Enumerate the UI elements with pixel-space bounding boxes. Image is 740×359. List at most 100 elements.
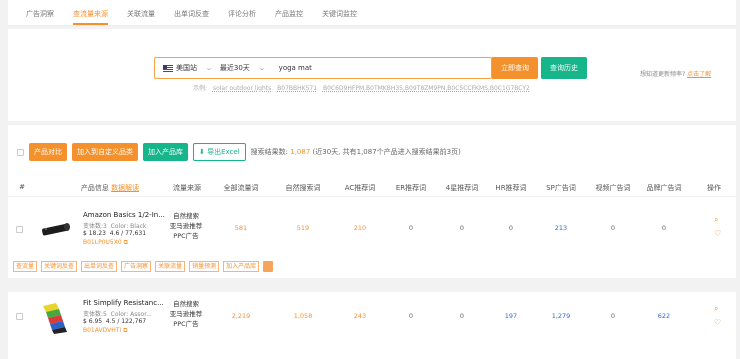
- chevron-down-icon: ⌄: [257, 64, 266, 72]
- query-history-button[interactable]: 查询历史: [541, 57, 587, 79]
- variant-color: Color: Assor...: [110, 311, 152, 318]
- table-header: # 产品信息 数据解读 流量来源 全部流量词 自然搜索词 AC推荐词 ER推荐词…: [8, 177, 736, 197]
- value-total-words[interactable]: 581: [235, 224, 247, 232]
- chip-traffic[interactable]: 查流量: [13, 261, 38, 272]
- value-er: 0: [408, 224, 414, 232]
- nav-tabs: 广告洞察 查流量来源 关联流量 出单词反查 评论分析 产品监控 关键词监控: [8, 0, 736, 26]
- tab-keyword-monitor[interactable]: 关键词监控: [322, 0, 357, 25]
- product-variants: 变体数:5 Color: Assor...: [83, 309, 152, 318]
- example-link[interactable]: B07BBHK571: [277, 85, 317, 92]
- select-all-checkbox[interactable]: [17, 148, 24, 156]
- chip-add-library[interactable]: 加入产品库: [223, 261, 260, 272]
- calculator-icon[interactable]: [263, 261, 274, 272]
- tab-order-words[interactable]: 出单词反查: [174, 0, 209, 25]
- value-hr[interactable]: 197: [505, 312, 517, 320]
- tab-product-monitor[interactable]: 产品监控: [275, 0, 303, 25]
- product-price: $ 6.95: [83, 318, 103, 325]
- examples-label: 示例:: [193, 85, 208, 92]
- product-image: [43, 303, 67, 334]
- us-flag-icon: [163, 64, 173, 72]
- col-brand[interactable]: 品牌广告词: [647, 183, 682, 193]
- period-select[interactable]: 最近30天 ⌄: [219, 63, 266, 73]
- tab-related-traffic[interactable]: 关联流量: [127, 0, 155, 25]
- traffic-sources: 自然搜索 亚马逊推荐 PPC广告: [170, 211, 203, 241]
- example-link[interactable]: solar outdoor lights: [213, 85, 271, 92]
- variant-color: Color: Black: [110, 223, 147, 230]
- tab-ad-insight[interactable]: 广告洞察: [26, 0, 54, 25]
- chip-keyword-reverse[interactable]: 关键词反查: [41, 261, 78, 272]
- value-brand: 0: [661, 224, 667, 232]
- chip-sales-forecast[interactable]: 销量预测: [189, 261, 220, 272]
- stats-suffix: (近30天, 共有1,087个产品进入搜索结果前3页): [312, 148, 461, 156]
- row-checkbox[interactable]: [16, 313, 23, 320]
- update-tip: 想知道更新频率? 点击了解: [640, 69, 711, 78]
- value-organic[interactable]: 1,058: [294, 312, 313, 320]
- add-category-button[interactable]: 加入到自定义品类: [72, 143, 138, 161]
- external-link-icon: ⧉: [123, 239, 128, 246]
- product-asin[interactable]: B01LP0U5X0 ⧉: [83, 239, 128, 247]
- tab-traffic-source[interactable]: 查流量来源: [73, 0, 108, 25]
- col-four-star[interactable]: 4星推荐词: [446, 183, 478, 193]
- value-sp[interactable]: 1,279: [552, 312, 571, 320]
- marketplace-value: 美国站: [176, 64, 197, 72]
- search-icon[interactable]: ⌕: [714, 215, 718, 225]
- col-traffic-source: 流量来源: [173, 184, 201, 192]
- col-video[interactable]: 视频广告词: [596, 183, 631, 193]
- product-rating: 4.5 / 122,767: [105, 318, 147, 325]
- row-checkbox[interactable]: [16, 226, 23, 233]
- chip-related-traffic[interactable]: 关联流量: [155, 261, 186, 272]
- search-icon[interactable]: ⌕: [714, 304, 718, 314]
- value-brand[interactable]: 622: [658, 312, 670, 320]
- variant-count: 变体数:3: [83, 223, 107, 230]
- product-title[interactable]: Fit Simplify Resistanc...: [83, 299, 164, 307]
- keyword-input[interactable]: [278, 64, 459, 72]
- value-ac[interactable]: 210: [354, 224, 366, 232]
- export-excel-button[interactable]: ⬇ 导出Excel: [193, 143, 246, 161]
- add-library-button[interactable]: 加入产品库: [143, 143, 188, 161]
- example-link[interactable]: B0C6D9HFPM,B0TMKBH35,B09T8ZM9PN,B0C5CCFK…: [323, 85, 530, 92]
- table-row: Fit Simplify Resistanc... 变体数:5 Color: A…: [8, 295, 736, 353]
- col-total-words[interactable]: 全部流量词: [224, 183, 259, 193]
- marketplace-select[interactable]: 美国站 ⌄: [176, 63, 213, 73]
- col-organic[interactable]: 自然搜索词: [286, 183, 321, 193]
- external-link-icon: ⧉: [123, 327, 128, 334]
- product-price: $ 18.23: [83, 230, 106, 237]
- col-product: 产品信息 数据解读: [81, 183, 139, 193]
- value-ac[interactable]: 243: [354, 312, 366, 320]
- update-tip-link[interactable]: 点击了解: [687, 71, 711, 78]
- row-action-bar: 查流量 关键词反查 出单词反查 广告洞察 关联流量 销量预测 加入产品库: [13, 261, 274, 272]
- value-sp[interactable]: 213: [555, 224, 567, 232]
- tab-review-analysis[interactable]: 评论分析: [228, 0, 256, 25]
- heart-icon[interactable]: ♡: [714, 229, 721, 238]
- col-hr[interactable]: HR推荐词: [495, 183, 526, 193]
- download-icon: ⬇: [199, 148, 205, 156]
- col-product-label: 产品信息: [80, 184, 109, 192]
- stats-count: 1,087: [290, 148, 311, 156]
- stats-prefix: 搜索结果数:: [250, 148, 289, 156]
- col-ac[interactable]: AC推荐词: [345, 183, 376, 193]
- product-asin[interactable]: B01AVDVHTI ⧉: [83, 327, 127, 335]
- search-panel: 美国站 ⌄ 最近30天 ⌄ 立即查询 查询历史 想知道更新频率? 点击了解 示例…: [8, 29, 736, 121]
- product-price-rating: $ 18.23 4.6 / 77,631: [83, 230, 146, 237]
- col-sort-link[interactable]: 数据解读: [111, 184, 139, 192]
- col-sp[interactable]: SP广告词: [546, 183, 576, 193]
- value-total-words[interactable]: 2,219: [232, 312, 251, 320]
- heart-icon[interactable]: ♡: [714, 318, 721, 327]
- compare-button[interactable]: 产品对比: [29, 143, 67, 161]
- traffic-sources: 自然搜索 亚马逊推荐 PPC广告: [170, 299, 203, 329]
- product-title[interactable]: Amazon Basics 1/2-In...: [83, 211, 165, 219]
- chip-ad-insight[interactable]: 广告洞察: [121, 261, 152, 272]
- col-index: #: [19, 183, 25, 191]
- source-organic: 自然搜索: [173, 212, 199, 220]
- value-organic[interactable]: 519: [297, 224, 309, 232]
- results-toolbar: 产品对比 加入到自定义品类 加入产品库 ⬇ 导出Excel 搜索结果数: 1,0…: [8, 142, 736, 162]
- product-image: [42, 223, 70, 236]
- col-er[interactable]: ER推荐词: [396, 183, 426, 193]
- period-value: 最近30天: [219, 64, 250, 72]
- product-variants: 变体数:3 Color: Black: [83, 221, 146, 230]
- query-button[interactable]: 立即查询: [492, 57, 538, 79]
- chip-order-reverse[interactable]: 出单词反查: [81, 261, 118, 272]
- source-organic: 自然搜索: [173, 300, 199, 308]
- source-amazon-rec: 亚马逊推荐: [169, 222, 203, 230]
- results-panel: 产品对比 加入到自定义品类 加入产品库 ⬇ 导出Excel 搜索结果数: 1,0…: [8, 125, 736, 359]
